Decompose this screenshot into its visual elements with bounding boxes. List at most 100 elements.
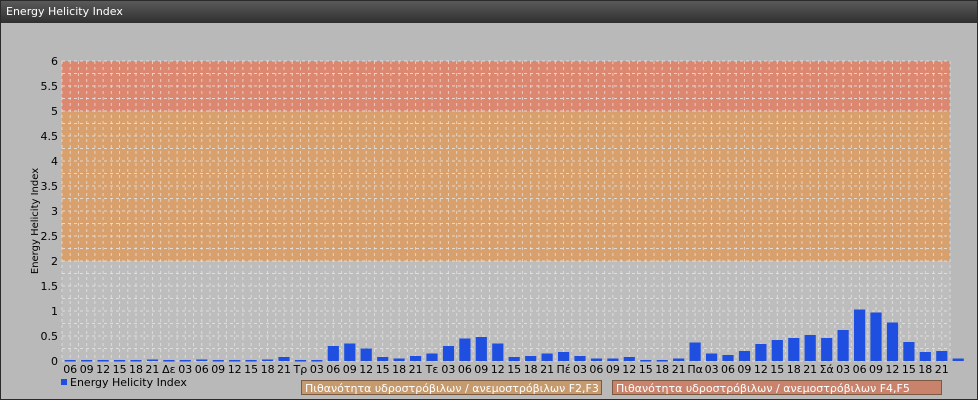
x-tick-label: 15 (902, 363, 916, 376)
bar (179, 360, 191, 362)
x-tick-label: 18 (655, 363, 669, 376)
x-tick-label: 12 (754, 363, 768, 376)
bar (936, 351, 948, 361)
x-tick-label: 15 (770, 363, 784, 376)
bar (130, 360, 142, 362)
x-tick-label: 18 (918, 363, 932, 376)
bar (804, 335, 816, 361)
bar (344, 343, 356, 361)
bar (229, 360, 241, 362)
bar (163, 360, 175, 362)
y-axis-label: Energy Helicity Index (30, 168, 41, 274)
x-tick-label: 09 (869, 363, 883, 376)
x-tick-label: 18 (392, 363, 406, 376)
bar (558, 352, 570, 361)
x-tick-label: 03 (178, 363, 192, 376)
bar (837, 330, 849, 361)
y-tick-label: 1 (51, 305, 58, 318)
bar (114, 360, 126, 362)
window-title: Energy Helicity Index (6, 5, 123, 18)
legend-label: Energy Helicity Index (70, 376, 187, 389)
x-tick-label: 12 (96, 363, 110, 376)
x-tick-label: 21 (672, 363, 686, 376)
bar (245, 360, 257, 362)
x-tick-label: 06 (853, 363, 867, 376)
x-tick-label: 21 (935, 363, 949, 376)
x-tick-label: 03 (441, 363, 455, 376)
bar (81, 360, 93, 362)
x-tick-label: 21 (409, 363, 423, 376)
x-tick-label: 15 (507, 363, 521, 376)
bar (541, 353, 553, 361)
bar (146, 359, 159, 361)
bar (212, 360, 224, 362)
bar (854, 309, 866, 361)
x-tick-label: Τε (425, 363, 439, 376)
x-tick-label: 03 (310, 363, 324, 376)
y-tick-label: 3 (51, 205, 58, 218)
bar (689, 342, 701, 361)
x-tick-label: 12 (228, 363, 242, 376)
bar (393, 358, 405, 361)
bar (278, 357, 290, 361)
y-tick-label: 4 (51, 155, 58, 168)
x-axis-ticks: 06 09 12 15 18 21 Δε 03 06 09 12 15 18 21 Τρ 03 06 09 12 15… (63, 363, 949, 376)
helicity-chart: 00.511.522.533.544.555.56 06 09 12 15 18 21 Δε… (30, 55, 964, 376)
bar (327, 346, 339, 361)
bar (903, 342, 915, 361)
y-tick-label: 6 (51, 55, 58, 68)
bar (755, 344, 767, 361)
y-tick-label: 5 (51, 105, 58, 118)
y-tick-label: 2 (51, 255, 58, 268)
x-tick-label: 09 (80, 363, 94, 376)
x-tick-label: 06 (195, 363, 209, 376)
bar (196, 359, 208, 361)
x-tick-label: Πα (687, 363, 703, 376)
x-tick-label: 09 (606, 363, 620, 376)
x-tick-label: 21 (145, 363, 159, 376)
x-tick-label: 06 (721, 363, 735, 376)
bar (656, 360, 668, 362)
bar (788, 338, 800, 361)
bar (97, 360, 109, 362)
x-tick-label: 09 (737, 363, 751, 376)
bar (64, 360, 76, 362)
x-tick-label: 06 (458, 363, 472, 376)
title-bar: Energy Helicity Index (1, 1, 977, 23)
bar (459, 338, 471, 361)
bar (952, 358, 964, 361)
x-tick-label: 18 (787, 363, 801, 376)
y-tick-label: 3.5 (41, 180, 59, 193)
x-tick-label: 18 (261, 363, 275, 376)
x-tick-label: 15 (376, 363, 390, 376)
x-tick-label: 06 (63, 363, 77, 376)
y-tick-label: 0.5 (41, 330, 59, 343)
band-label-f4f5: Πιθανότητα υδροστρόβιλων / ανεμοστρόβιλω… (612, 380, 942, 395)
bar (410, 356, 422, 361)
bar (377, 357, 389, 361)
x-tick-label: 18 (129, 363, 143, 376)
bar (294, 360, 307, 362)
bar (508, 357, 520, 361)
bar (706, 353, 718, 361)
x-tick-label: 15 (113, 363, 127, 376)
x-tick-label: Δε (162, 363, 176, 376)
x-tick-label: 09 (474, 363, 488, 376)
bar (722, 355, 734, 361)
x-tick-label: 09 (211, 363, 225, 376)
bar (821, 338, 833, 361)
bar (442, 346, 455, 361)
x-tick-label: 06 (326, 363, 340, 376)
bar (262, 359, 274, 361)
x-tick-label: 03 (573, 363, 587, 376)
bar (673, 358, 685, 361)
bar (886, 322, 899, 361)
legend-swatch (61, 379, 67, 385)
bar (919, 352, 931, 361)
x-tick-label: 21 (803, 363, 817, 376)
bar (492, 343, 504, 361)
x-tick-label: 18 (524, 363, 538, 376)
y-tick-label: 5.5 (41, 80, 59, 93)
x-tick-label: 03 (705, 363, 719, 376)
x-tick-label: 12 (885, 363, 899, 376)
